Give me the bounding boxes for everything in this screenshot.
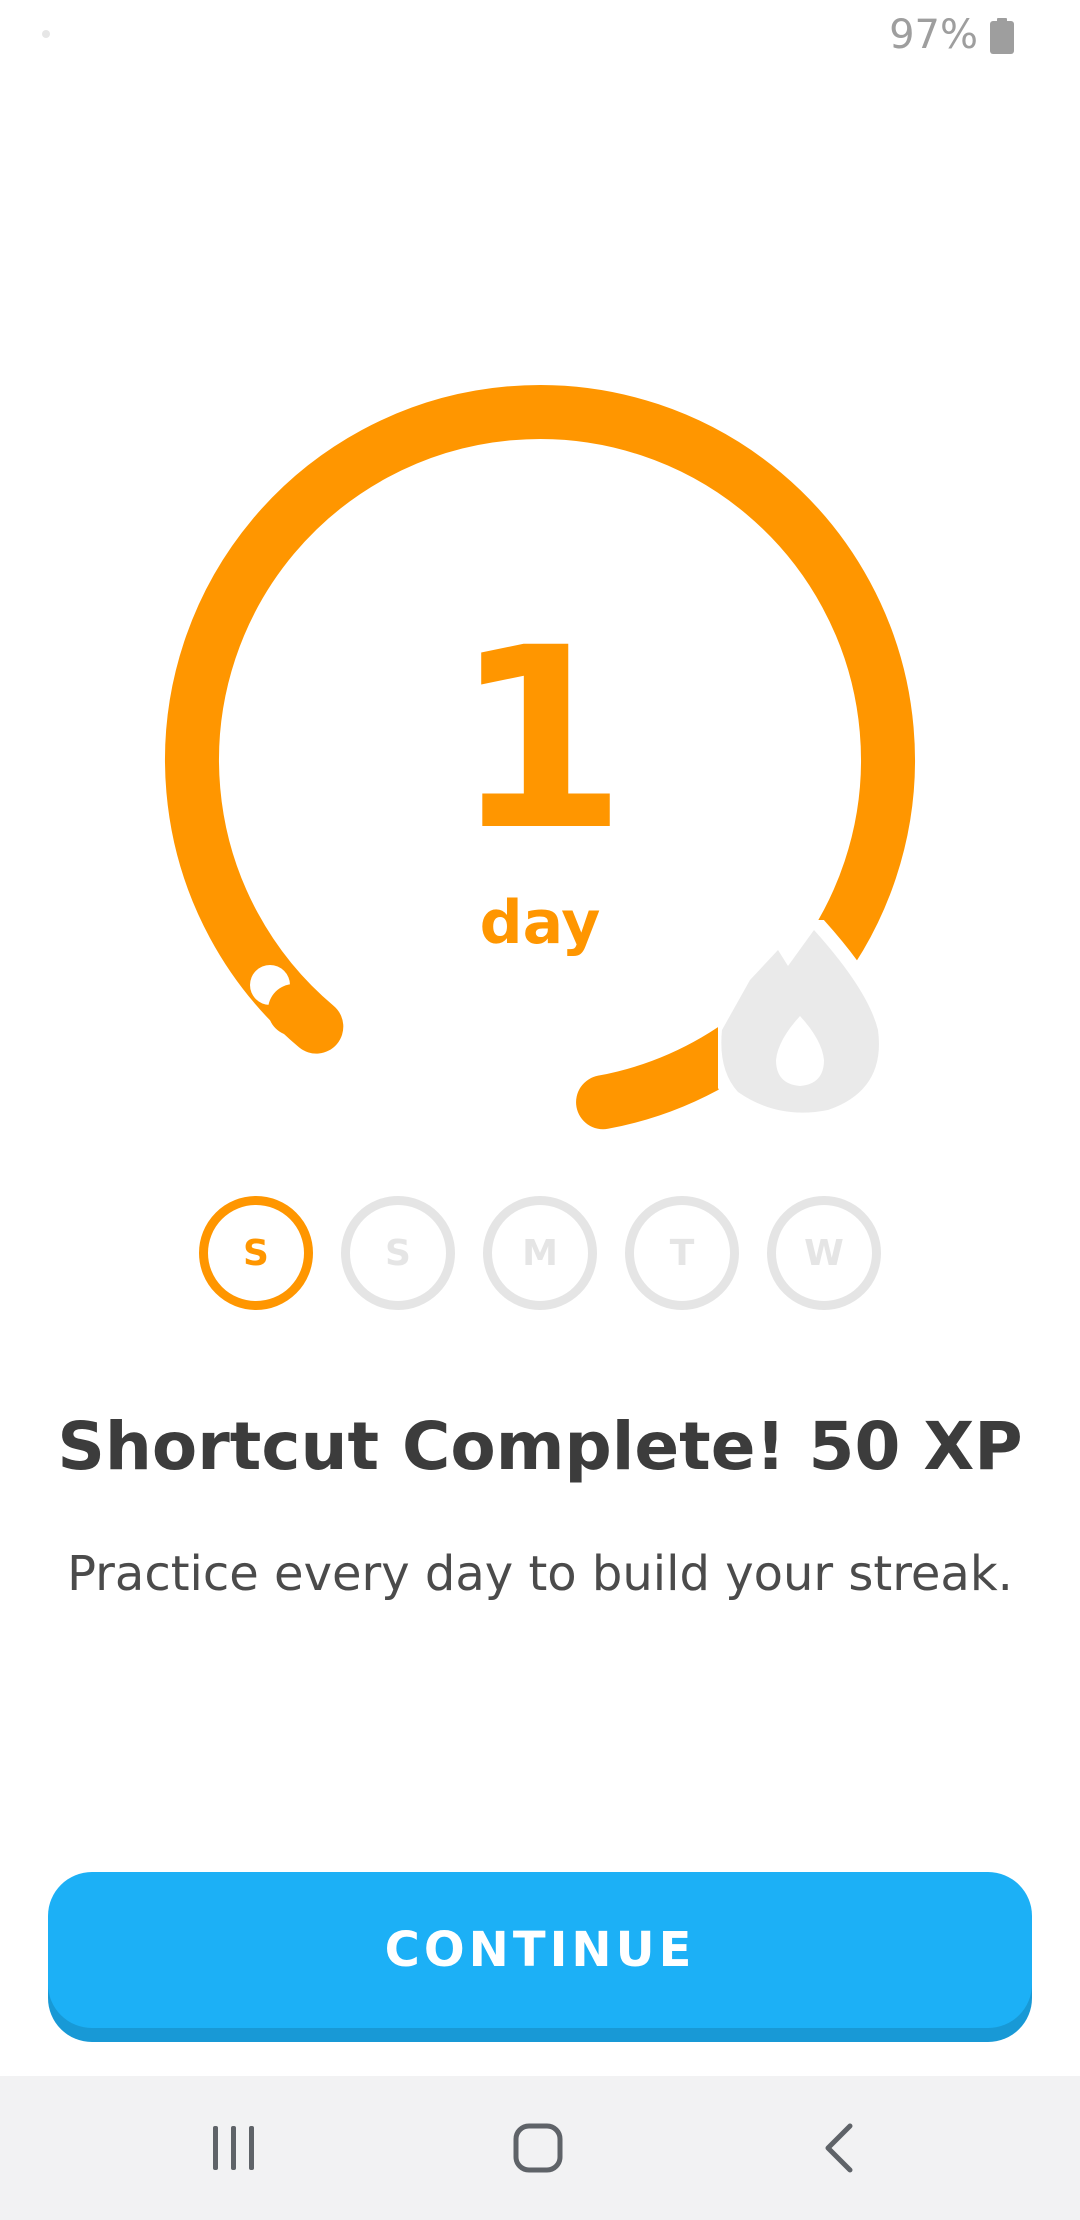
streak-screen: 97% 1 day S S M T W Shortcut Complete! 5… <box>0 0 1080 2220</box>
back-button[interactable] <box>800 2112 880 2184</box>
day-label: S <box>243 1232 269 1274</box>
recents-button[interactable] <box>194 2112 274 2184</box>
lesson-complete-title: Shortcut Complete! 50 XP <box>57 1408 1023 1485</box>
back-icon <box>825 2123 853 2173</box>
recents-icon <box>213 2126 254 2170</box>
day-indicator-sun: S <box>199 1196 313 1310</box>
battery-percent: 97% <box>889 12 978 58</box>
notification-dot <box>42 30 50 38</box>
day-label: W <box>804 1232 844 1274</box>
home-button[interactable] <box>498 2112 578 2184</box>
day-label: M <box>522 1232 558 1274</box>
streak-count: 1 <box>453 594 627 885</box>
battery-icon <box>990 18 1014 54</box>
day-label: S <box>385 1232 411 1274</box>
system-nav-bar <box>0 2076 1080 2220</box>
day-indicator-sun-2: S <box>341 1196 455 1310</box>
day-indicator-mon: M <box>483 1196 597 1310</box>
day-indicator-tue: T <box>625 1196 739 1310</box>
flame-icon <box>718 920 880 1116</box>
day-label: T <box>669 1232 695 1274</box>
status-bar: 97% <box>0 0 1080 76</box>
streak-unit: day <box>479 888 601 958</box>
week-days-row: S S M T W <box>0 1196 1080 1310</box>
home-icon <box>513 2123 563 2173</box>
continue-button[interactable]: CONTINUE <box>48 1872 1032 2028</box>
streak-subtitle: Practice every day to build your streak. <box>67 1546 1013 1602</box>
day-indicator-wed: W <box>767 1196 881 1310</box>
